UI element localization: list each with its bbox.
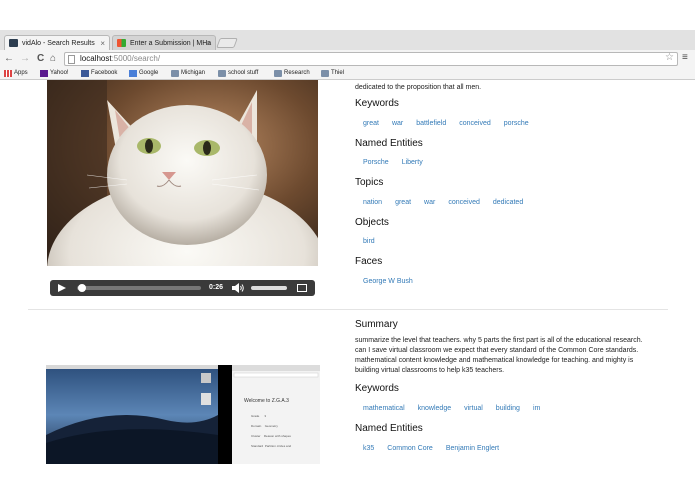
- keywords-heading: Keywords: [355, 383, 399, 394]
- folder-icon: [274, 70, 282, 77]
- video-thumbnail-screen[interactable]: Welcome to Z.G.A.3 Grade 3 Domain Geomet…: [46, 365, 320, 464]
- topic-tag[interactable]: dedicated: [493, 198, 523, 208]
- topics-heading: Topics: [355, 177, 384, 188]
- tab-close-icon[interactable]: ×: [100, 36, 105, 51]
- screenshot-page-title: Welcome to Z.G.A.3: [244, 398, 289, 404]
- browser-menu-icon[interactable]: ≡: [682, 52, 688, 63]
- keywords-list: great war battlefield conceived porsche: [363, 119, 542, 129]
- folder-icon: [171, 70, 179, 77]
- forward-button[interactable]: →: [20, 52, 30, 66]
- entity-tag[interactable]: Liberty: [402, 158, 423, 168]
- entity-tag[interactable]: Benjamin Englert: [446, 444, 499, 454]
- keyword-tag[interactable]: conceived: [459, 119, 491, 129]
- folder-icon: [218, 70, 226, 77]
- video-player-controls: 0:26: [50, 280, 315, 296]
- topic-tag[interactable]: nation: [363, 198, 382, 208]
- mhacks-favicon-icon: [117, 39, 126, 47]
- bookmark-michigan[interactable]: Michigan: [171, 68, 205, 79]
- entity-tag[interactable]: Common Core: [387, 444, 433, 454]
- volume-slider[interactable]: [251, 286, 287, 290]
- tab-title: Enter a Submission | MHa: [130, 40, 212, 47]
- objects-list: bird: [363, 237, 388, 247]
- bookmark-apps[interactable]: Apps: [4, 68, 28, 79]
- keyword-tag[interactable]: great: [363, 119, 379, 129]
- page-icon: [68, 55, 75, 64]
- bookmark-star-icon[interactable]: ☆: [665, 52, 674, 63]
- google-icon: [129, 70, 137, 77]
- bookmark-facebook[interactable]: Facebook: [81, 68, 117, 79]
- url-text: localhost:5000/search/: [80, 54, 161, 63]
- cat-image: [47, 80, 318, 266]
- keyword-tag[interactable]: knowledge: [418, 404, 451, 414]
- summary-text-tail: dedicated to the proposition that all me…: [355, 84, 482, 91]
- seek-handle[interactable]: [77, 284, 86, 292]
- topic-tag[interactable]: great: [395, 198, 411, 208]
- keyword-tag[interactable]: battlefield: [416, 119, 446, 129]
- reload-button[interactable]: C: [37, 52, 44, 66]
- keyword-tag[interactable]: porsche: [504, 119, 529, 129]
- summary-heading: Summary: [355, 319, 398, 330]
- objects-heading: Objects: [355, 217, 389, 228]
- keywords-heading: Keywords: [355, 98, 399, 109]
- play-icon[interactable]: [58, 284, 66, 292]
- topic-tag[interactable]: war: [424, 198, 435, 208]
- apps-grid-icon: [4, 70, 12, 77]
- volume-icon[interactable]: [232, 283, 244, 293]
- video-thumbnail-cat[interactable]: [47, 80, 318, 266]
- home-button[interactable]: ⌂: [50, 52, 56, 66]
- bookmarks-bar: Apps Yahoo! Facebook Google Michigan sch…: [0, 68, 695, 80]
- named-entities-heading: Named Entities: [355, 423, 423, 434]
- browser-toolbar: ← → C ⌂ localhost:5000/search/ ☆ ≡: [0, 50, 695, 68]
- keyword-tag[interactable]: im: [533, 404, 540, 414]
- folder-icon: [321, 70, 329, 77]
- entity-tag[interactable]: k35: [363, 444, 374, 454]
- face-tag[interactable]: George W Bush: [363, 277, 413, 287]
- tab-close-icon[interactable]: ×: [206, 36, 211, 51]
- back-button[interactable]: ←: [4, 52, 14, 66]
- screenshot-table: Grade 3 Domain Geometry Cluster Reason w…: [251, 414, 292, 448]
- named-entities-heading: Named Entities: [355, 138, 423, 149]
- keyword-tag[interactable]: war: [392, 119, 403, 129]
- tab-enter-submission[interactable]: Enter a Submission | MHa ×: [112, 35, 216, 50]
- keyword-tag[interactable]: mathematical: [363, 404, 405, 414]
- seek-bar[interactable]: [77, 286, 201, 290]
- page-content: 0:26 dedicated to the proposition that a…: [0, 80, 695, 464]
- bookmark-thiel[interactable]: Thiel: [321, 68, 344, 79]
- facebook-icon: [81, 70, 89, 77]
- summary-text: summarize the level that teachers. why 5…: [355, 337, 643, 374]
- new-tab-button[interactable]: [216, 38, 238, 48]
- result-divider: [28, 309, 668, 310]
- fullscreen-icon[interactable]: [297, 284, 307, 292]
- current-time: 0:26: [209, 284, 224, 291]
- topic-tag[interactable]: conceived: [448, 198, 480, 208]
- browser-window: vidAlo - Search Results × Enter a Submis…: [0, 0, 695, 494]
- bookmark-yahoo[interactable]: Yahoo!: [40, 68, 69, 79]
- tab-title: vidAlo - Search Results: [22, 40, 95, 47]
- keyword-tag[interactable]: building: [496, 404, 520, 414]
- topics-list: nation great war conceived dedicated: [363, 198, 536, 208]
- bookmark-school-stuff[interactable]: school stuff: [218, 68, 258, 79]
- tab-search-results[interactable]: vidAlo - Search Results ×: [4, 35, 110, 50]
- bookmark-research[interactable]: Research: [274, 68, 310, 79]
- object-tag[interactable]: bird: [363, 237, 375, 247]
- faces-list: George W Bush: [363, 277, 426, 287]
- entity-tag[interactable]: Porsche: [363, 158, 389, 168]
- keywords-list: mathematical knowledge virtual building im: [363, 404, 553, 414]
- bookmark-google[interactable]: Google: [129, 68, 158, 79]
- address-bar[interactable]: localhost:5000/search/ ☆: [64, 52, 678, 66]
- named-entities-list: Porsche Liberty: [363, 158, 436, 168]
- keyword-tag[interactable]: virtual: [464, 404, 483, 414]
- yahoo-icon: [40, 70, 48, 77]
- named-entities-list: k35 Common Core Benjamin Englert: [363, 444, 512, 454]
- vidalo-favicon-icon: [9, 39, 18, 47]
- tab-strip: vidAlo - Search Results × Enter a Submis…: [0, 30, 695, 50]
- faces-heading: Faces: [355, 256, 383, 267]
